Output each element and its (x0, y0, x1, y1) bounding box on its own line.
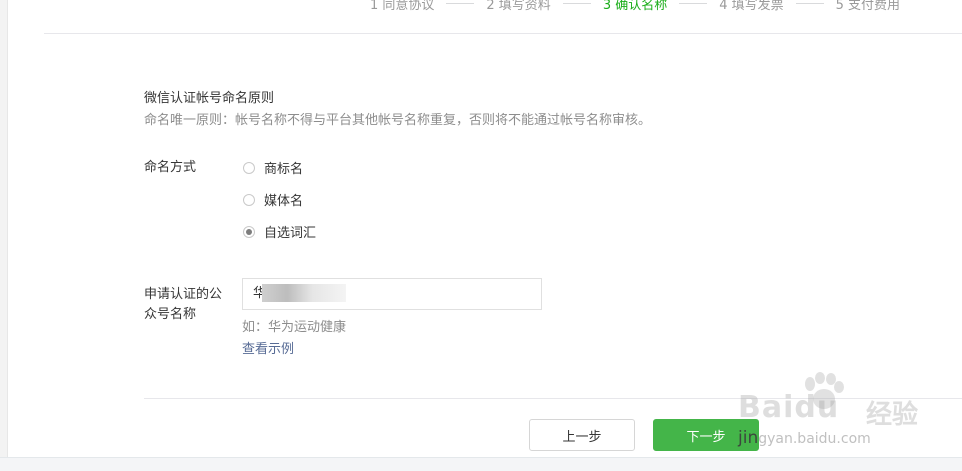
radio-button-checked[interactable] (243, 225, 255, 238)
step-separator (795, 2, 824, 4)
bottom-bar (0, 457, 962, 471)
previous-step-button[interactable]: 上一步 (529, 419, 635, 451)
watermark-url-rest: gyan.baidu.com (758, 431, 871, 447)
radio-button[interactable] (243, 161, 255, 174)
step-1: 1 同意协议 (370, 0, 435, 13)
step-indicator: 1 同意协议 2 填写资料 3 确认名称 4 填写发票 5 支付费用 (370, 0, 900, 13)
radio-label: 自选词汇 (264, 226, 317, 241)
radio-custom-words[interactable]: 自选词汇 (243, 222, 316, 241)
step-separator (679, 2, 708, 4)
radio-label: 媒体名 (264, 194, 304, 209)
form-divider (144, 398, 962, 399)
step-3-active: 3 确认名称 (602, 0, 668, 13)
header-divider (44, 33, 962, 34)
baidu-jingyan-watermark: Baidu 经验 jingyan.baidu.com (738, 372, 962, 452)
step-separator (446, 2, 475, 4)
radio-media[interactable]: 媒体名 (243, 190, 303, 209)
account-name-hint: 如：华为运动健康 (242, 320, 347, 335)
radio-button[interactable] (243, 193, 255, 206)
step-5: 5 支付费用 (835, 0, 901, 13)
redacted-text-mask (262, 284, 346, 302)
paw-logo-icon (805, 372, 844, 409)
naming-rules-description: 命名唯一原则：帐号名称不得与平台其他帐号名称重复，否则将不能通过帐号名称审核。 (144, 113, 652, 128)
account-name-label-line2: 众号名称 (144, 307, 197, 322)
next-step-button[interactable]: 下一步 (653, 419, 759, 451)
radio-label: 商标名 (264, 162, 304, 177)
step-2: 2 填写资料 (486, 0, 551, 13)
left-edge (0, 0, 8, 471)
step-separator (562, 2, 591, 4)
naming-method-label: 命名方式 (144, 160, 197, 175)
radio-trademark[interactable]: 商标名 (243, 158, 303, 177)
view-example-link[interactable]: 查看示例 (242, 338, 294, 357)
step-4: 4 填写发票 (719, 0, 784, 13)
naming-rules-title: 微信认证帐号命名原则 (144, 91, 275, 106)
watermark-cn: 经验 (866, 400, 919, 430)
